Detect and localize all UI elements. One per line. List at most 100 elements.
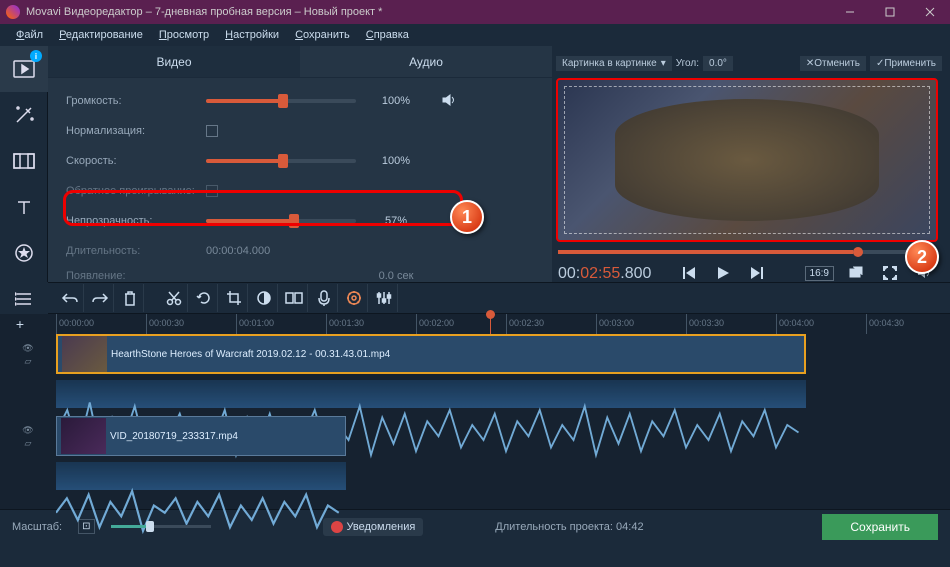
- overlay-audio-track: [56, 380, 950, 408]
- maximize-button[interactable]: [870, 0, 910, 24]
- menu-settings[interactable]: Настройки: [217, 29, 287, 41]
- save-button[interactable]: Сохранить: [822, 514, 938, 540]
- play-button[interactable]: [711, 261, 735, 285]
- equalizer-button[interactable]: [370, 284, 398, 312]
- label-normalize: Нормализация:: [66, 125, 206, 137]
- ruler-tick: 00:04:30: [866, 314, 904, 334]
- chevron-down-icon: ▾: [661, 58, 666, 69]
- ruler-tick: 00:02:30: [506, 314, 544, 334]
- sidebar-titles-button[interactable]: [0, 184, 48, 230]
- clip-properties-button[interactable]: [340, 284, 368, 312]
- main-video-track: 👁▱ VID_20180719_233317.mp4: [56, 416, 950, 458]
- rotate-button[interactable]: [190, 284, 218, 312]
- row-fadein: Появление: 0.0 сек: [66, 266, 534, 286]
- slider-opacity[interactable]: [206, 219, 356, 223]
- preview-panel: Картинка в картинке▾ Угол: 0.0° ✕Отменит…: [552, 46, 950, 282]
- audio-waveform[interactable]: [56, 380, 806, 408]
- angle-input[interactable]: 0.0°: [703, 56, 733, 71]
- menu-file[interactable]: Файл: [8, 29, 51, 41]
- overlay-mode-combo[interactable]: Картинка в картинке▾: [556, 56, 672, 71]
- timecode: 00:02:55.800: [558, 263, 651, 283]
- ruler-tick: 00:01:00: [236, 314, 274, 334]
- next-frame-button[interactable]: [745, 261, 769, 285]
- row-volume: Громкость: 100%: [66, 86, 534, 116]
- row-speed: Скорость: 100%: [66, 146, 534, 176]
- mute-button[interactable]: [912, 261, 936, 285]
- time-ruler[interactable]: + 00:00:00 00:00:30 00:01:00 00:01:30 00:02:…: [0, 314, 950, 334]
- slider-volume[interactable]: [206, 99, 356, 103]
- sidebar-media-button[interactable]: i: [0, 46, 48, 92]
- eye-icon[interactable]: 👁: [22, 425, 33, 436]
- slider-speed[interactable]: [206, 159, 356, 163]
- label-fadein: Появление:: [66, 270, 206, 282]
- ruler-tick: 00:00:30: [146, 314, 184, 334]
- menu-help[interactable]: Справка: [358, 29, 417, 41]
- left-sidebar: i: [0, 46, 48, 282]
- scale-label: Масштаб:: [12, 521, 62, 533]
- transition-wizard-button[interactable]: [280, 284, 308, 312]
- menu-view[interactable]: Просмотр: [151, 29, 217, 41]
- value-fadein: 0.0 сек: [356, 270, 436, 282]
- undo-button[interactable]: [56, 284, 84, 312]
- fullscreen-button[interactable]: [878, 261, 902, 285]
- ruler-tick: 00:04:00: [776, 314, 814, 334]
- checkbox-normalize[interactable]: [206, 125, 218, 137]
- checkbox-reverse[interactable]: [206, 185, 218, 197]
- cancel-button[interactable]: ✕Отменить: [800, 56, 866, 71]
- redo-button[interactable]: [86, 284, 114, 312]
- clip-main[interactable]: VID_20180719_233317.mp4: [56, 416, 346, 456]
- angle-label: Угол:: [676, 58, 699, 69]
- ruler-tick: 00:02:00: [416, 314, 454, 334]
- tab-audio[interactable]: Аудио: [300, 46, 552, 78]
- record-button[interactable]: [310, 284, 338, 312]
- ruler-tick: 00:00:00: [56, 314, 94, 334]
- value-volume: 100%: [356, 95, 436, 107]
- color-button[interactable]: [250, 284, 278, 312]
- clip-name: VID_20180719_233317.mp4: [110, 431, 238, 442]
- clip-overlay[interactable]: HearthStone Heroes of Warcraft 2019.02.1…: [56, 334, 806, 374]
- label-opacity: Непрозрачность:: [66, 215, 206, 227]
- label-volume: Громкость:: [66, 95, 206, 107]
- aspect-ratio-button[interactable]: 16:9: [805, 266, 834, 281]
- apply-button[interactable]: ✓Применить: [870, 56, 942, 71]
- crop-button[interactable]: [220, 284, 248, 312]
- sound-icon[interactable]: [442, 94, 456, 109]
- track-type-icon: ▱: [25, 356, 32, 367]
- track-type-icon: ▱: [25, 438, 32, 449]
- preview-screen[interactable]: [556, 78, 938, 242]
- menu-save[interactable]: Сохранить: [287, 29, 358, 41]
- minimize-button[interactable]: [830, 0, 870, 24]
- overlay-video-track: 👁▱ HearthStone Heroes of Warcraft 2019.0…: [56, 334, 950, 376]
- eye-icon[interactable]: 👁: [22, 343, 33, 354]
- value-duration: 00:00:04.000: [206, 245, 286, 257]
- tab-video[interactable]: Видео: [48, 46, 300, 78]
- ruler-tick: 00:01:30: [326, 314, 364, 334]
- label-speed: Скорость:: [66, 155, 206, 167]
- detach-preview-button[interactable]: [844, 261, 868, 285]
- clip-name: HearthStone Heroes of Warcraft 2019.02.1…: [111, 349, 390, 360]
- ruler-tick: 00:03:30: [686, 314, 724, 334]
- preview-seekbar[interactable]: [558, 250, 936, 254]
- timeline: 👁 ▱ HearthStone Heroes of Warcraft 2019.0…: [0, 334, 950, 509]
- prev-frame-button[interactable]: [677, 261, 701, 285]
- row-normalize: Нормализация:: [66, 116, 534, 146]
- audio-waveform[interactable]: [56, 462, 346, 490]
- sidebar-stickers-button[interactable]: [0, 230, 48, 276]
- cut-button[interactable]: [160, 284, 188, 312]
- main-audio-track: [56, 462, 950, 490]
- label-reverse: Обратное проигрывание:: [66, 185, 206, 197]
- delete-button[interactable]: [116, 284, 144, 312]
- sidebar-transitions-button[interactable]: [0, 138, 48, 184]
- row-duration: Длительность: 00:00:04.000: [66, 236, 534, 266]
- ruler-tick: 00:03:00: [596, 314, 634, 334]
- close-button[interactable]: [910, 0, 950, 24]
- zoom-slider[interactable]: [111, 525, 211, 528]
- sidebar-filters-button[interactable]: [0, 92, 48, 138]
- add-track-button[interactable]: +: [12, 316, 28, 332]
- row-opacity: Непрозрачность: 57%: [66, 206, 534, 236]
- label-duration: Длительность:: [66, 245, 206, 257]
- menu-edit[interactable]: Редактирование: [51, 29, 151, 41]
- app-logo-icon: [6, 5, 20, 19]
- menubar: Файл Редактирование Просмотр Настройки С…: [0, 24, 950, 46]
- value-opacity: 57%: [356, 215, 436, 227]
